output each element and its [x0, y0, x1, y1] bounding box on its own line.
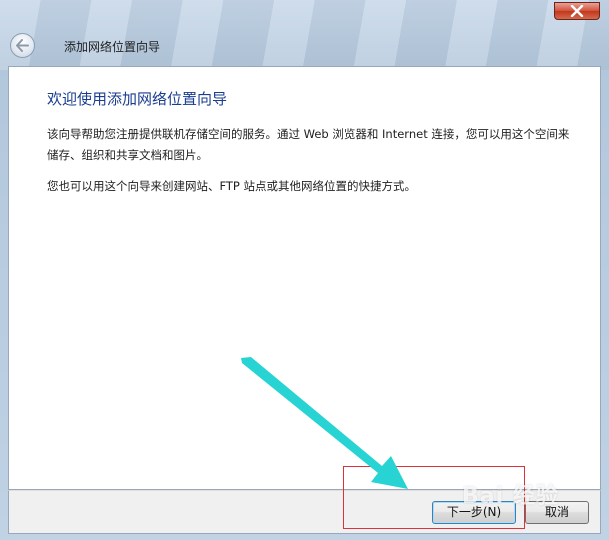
back-arrow-icon — [16, 39, 29, 52]
watermark: Bai 经验 — [462, 484, 559, 509]
close-icon — [570, 5, 584, 17]
page-heading: 欢迎使用添加网络位置向导 — [47, 90, 228, 108]
back-button[interactable] — [10, 33, 35, 58]
intro-paragraph: 该向导帮助您注册提供联机存储空间的服务。通过 Web 浏览器和 Internet… — [47, 127, 570, 162]
close-button[interactable] — [554, 2, 600, 20]
wizard-content: 欢迎使用添加网络位置向导 该向导帮助您注册提供联机存储空间的服务。通过 Web … — [8, 66, 601, 490]
window-title: 添加网络位置向导 — [64, 40, 161, 54]
shortcut-paragraph: 您也可以用这个向导来创建网站、FTP 站点或其他网络位置的快捷方式。 — [47, 179, 417, 193]
